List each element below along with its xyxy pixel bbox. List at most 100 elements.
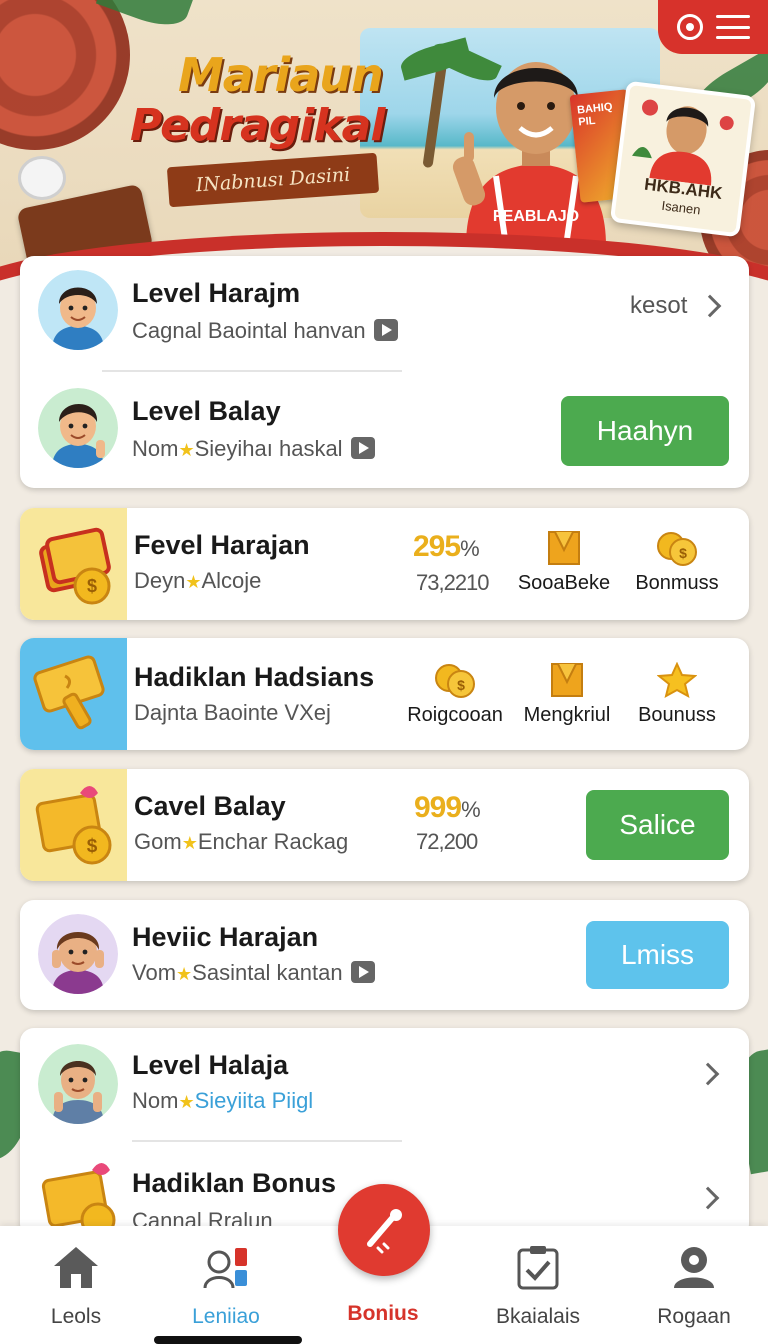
card-title: Fevel Harajan <box>134 530 310 560</box>
card-title: Hadiklan Hadsians <box>134 662 375 692</box>
svg-text:$: $ <box>87 576 97 596</box>
subtitle-prefix: Deyn <box>134 568 186 593</box>
action-button[interactable]: Haahyn <box>561 396 729 466</box>
avatar <box>38 1044 118 1124</box>
card-subtitle: Gom★Enchar Rackag <box>134 829 348 855</box>
avatar <box>38 914 118 994</box>
mini-stat: Mengkriul <box>517 662 617 727</box>
card-subtitle: Vom★Sasintal kantan <box>132 960 375 986</box>
subtitle-prefix: Gom <box>134 829 182 854</box>
star-icon: ★ <box>185 572 202 592</box>
star-icon: ★ <box>176 964 193 984</box>
chevron-right-icon <box>698 294 722 318</box>
hero-title-line2: Pedragikal <box>130 100 385 151</box>
svg-text:$: $ <box>679 545 687 561</box>
chevron-right-icon <box>696 1062 720 1086</box>
card-subtitle: Nom★Sieyiita Piigl <box>132 1088 313 1114</box>
card-title: Heviic Harajan <box>132 922 319 952</box>
subtitle-text: Enchar Rackag <box>197 829 349 854</box>
percent-stat: 999% <box>414 791 481 825</box>
nav-label: Leniiao <box>192 1305 260 1328</box>
coin-stack-icon: $ <box>39 527 111 605</box>
level-card-3[interactable]: Hadiklan Hadsians Dajnta Baointe VXej $ … <box>20 638 749 750</box>
hero-banner: Mariaun Pedragikal INabnusı Dasini FEABL… <box>0 0 768 300</box>
nav-item-rogaan[interactable]: Rogaan <box>634 1244 754 1329</box>
menu-icon[interactable] <box>715 15 750 39</box>
action-button[interactable]: Lmiss <box>586 921 729 989</box>
card-person-image <box>632 99 734 186</box>
cup-icon <box>18 156 66 200</box>
card-title: Level Halaja <box>132 1050 289 1080</box>
star-icon: ★ <box>181 833 198 853</box>
card-title: Level Harajm <box>132 278 301 308</box>
mini-stat-label: Bonmuss <box>635 572 719 594</box>
percent-sign: % <box>461 797 481 822</box>
card-subtitle: Cagnal Baointal hanvan <box>132 318 398 344</box>
play-icon <box>350 437 375 460</box>
subtitle-prefix: Nom <box>132 436 179 461</box>
home-icon <box>54 1247 98 1288</box>
clipboard-check-icon <box>517 1246 559 1290</box>
subtitle-text: Sieyihaı haskal <box>194 436 343 461</box>
svg-text:$: $ <box>457 677 465 693</box>
gold-bookmark-icon <box>548 531 580 565</box>
hero-photo-card: HKB.AHK Isanen <box>609 80 757 238</box>
record-icon[interactable] <box>676 14 703 40</box>
divider <box>132 1140 402 1142</box>
id-badge-icon <box>203 1248 247 1289</box>
subtitle-text: Sasintal kantan <box>192 960 343 985</box>
percent-stat: 295% <box>413 530 480 564</box>
chevron-right-icon <box>696 1186 720 1210</box>
nav-item-leols[interactable]: Leols <box>16 1244 136 1329</box>
microphone-icon <box>367 1209 402 1254</box>
card-title: Cavel Balay <box>134 791 286 821</box>
star-icon: ★ <box>178 1092 195 1112</box>
ornament-decoration <box>0 0 130 150</box>
coins-tile: $ <box>20 508 127 620</box>
top-controls <box>658 0 768 54</box>
play-icon <box>350 961 375 984</box>
percent-sign: % <box>460 536 480 561</box>
mini-stat-label: SooaBeke <box>517 572 611 594</box>
list-item: Level Balay Nom★Sieyihaı haskal Haahyn <box>20 372 749 488</box>
mini-stat: Bounuss <box>627 662 727 727</box>
list-item[interactable]: Level Halaja Nom★Sieyiita Piigl <box>20 1028 749 1146</box>
subtitle-text: Cagnal Baointal hanvan <box>132 318 366 343</box>
more-link[interactable]: kesot <box>630 292 687 320</box>
subtitle-text: Sieyiita Piigl <box>194 1088 314 1113</box>
mini-stat: $ Bonmuss <box>627 530 727 595</box>
mini-stat-label: Bounuss <box>638 704 716 726</box>
card-subtitle: Nom★Sieyihaı haskal <box>132 436 375 462</box>
nav-label: Leols <box>50 1305 102 1328</box>
percent-value: 999 <box>414 791 462 824</box>
card-title: Level Balay <box>132 396 281 426</box>
list-item[interactable]: Level Harajm Cagnal Baointal hanvan keso… <box>20 256 749 372</box>
home-indicator <box>154 1336 302 1344</box>
hammer-tile <box>20 638 127 750</box>
level-card-2[interactable]: $ Fevel Harajan Deyn★Alcoje 295% 73,2210… <box>20 508 749 620</box>
nav-item-leniiao[interactable]: Leniiao <box>166 1244 286 1329</box>
star-icon <box>657 662 697 698</box>
coins-icon: $ <box>657 532 697 566</box>
level-card-5: Heviic Harajan Vom★Sasintal kantan Lmiss <box>20 900 749 1010</box>
stat-subvalue: 73,2210 <box>416 570 490 595</box>
mini-stat: SooaBeke <box>514 530 614 595</box>
nav-label: Rogaan <box>657 1305 731 1328</box>
avatar <box>38 388 118 468</box>
gift-coins-icon <box>41 1163 116 1236</box>
nav-item-bkaialais[interactable]: Bkaialais <box>478 1244 598 1329</box>
svg-text:$: $ <box>87 836 98 857</box>
card-subtitle: Deyn★Alcoje <box>134 568 261 594</box>
level-card-4: $ Cavel Balay Gom★Enchar Rackag 999% 72,… <box>20 769 749 881</box>
microphone-fab-button[interactable] <box>338 1184 430 1276</box>
hero-ribbon: INabnusı Dasini <box>166 152 380 208</box>
mini-stat-label: Roigcooan <box>407 704 503 726</box>
mini-stat: $ Roigcooan <box>400 662 510 727</box>
action-button[interactable]: Salice <box>586 790 729 860</box>
subtitle-text: Alcoje <box>201 568 262 593</box>
subtitle-prefix: Vom <box>132 960 177 985</box>
level-card-1: Level Harajm Cagnal Baointal hanvan keso… <box>20 256 749 488</box>
percent-value: 295 <box>413 530 461 563</box>
star-icon: ★ <box>178 440 195 460</box>
nav-item-bonius[interactable]: Bonius <box>323 1292 443 1326</box>
